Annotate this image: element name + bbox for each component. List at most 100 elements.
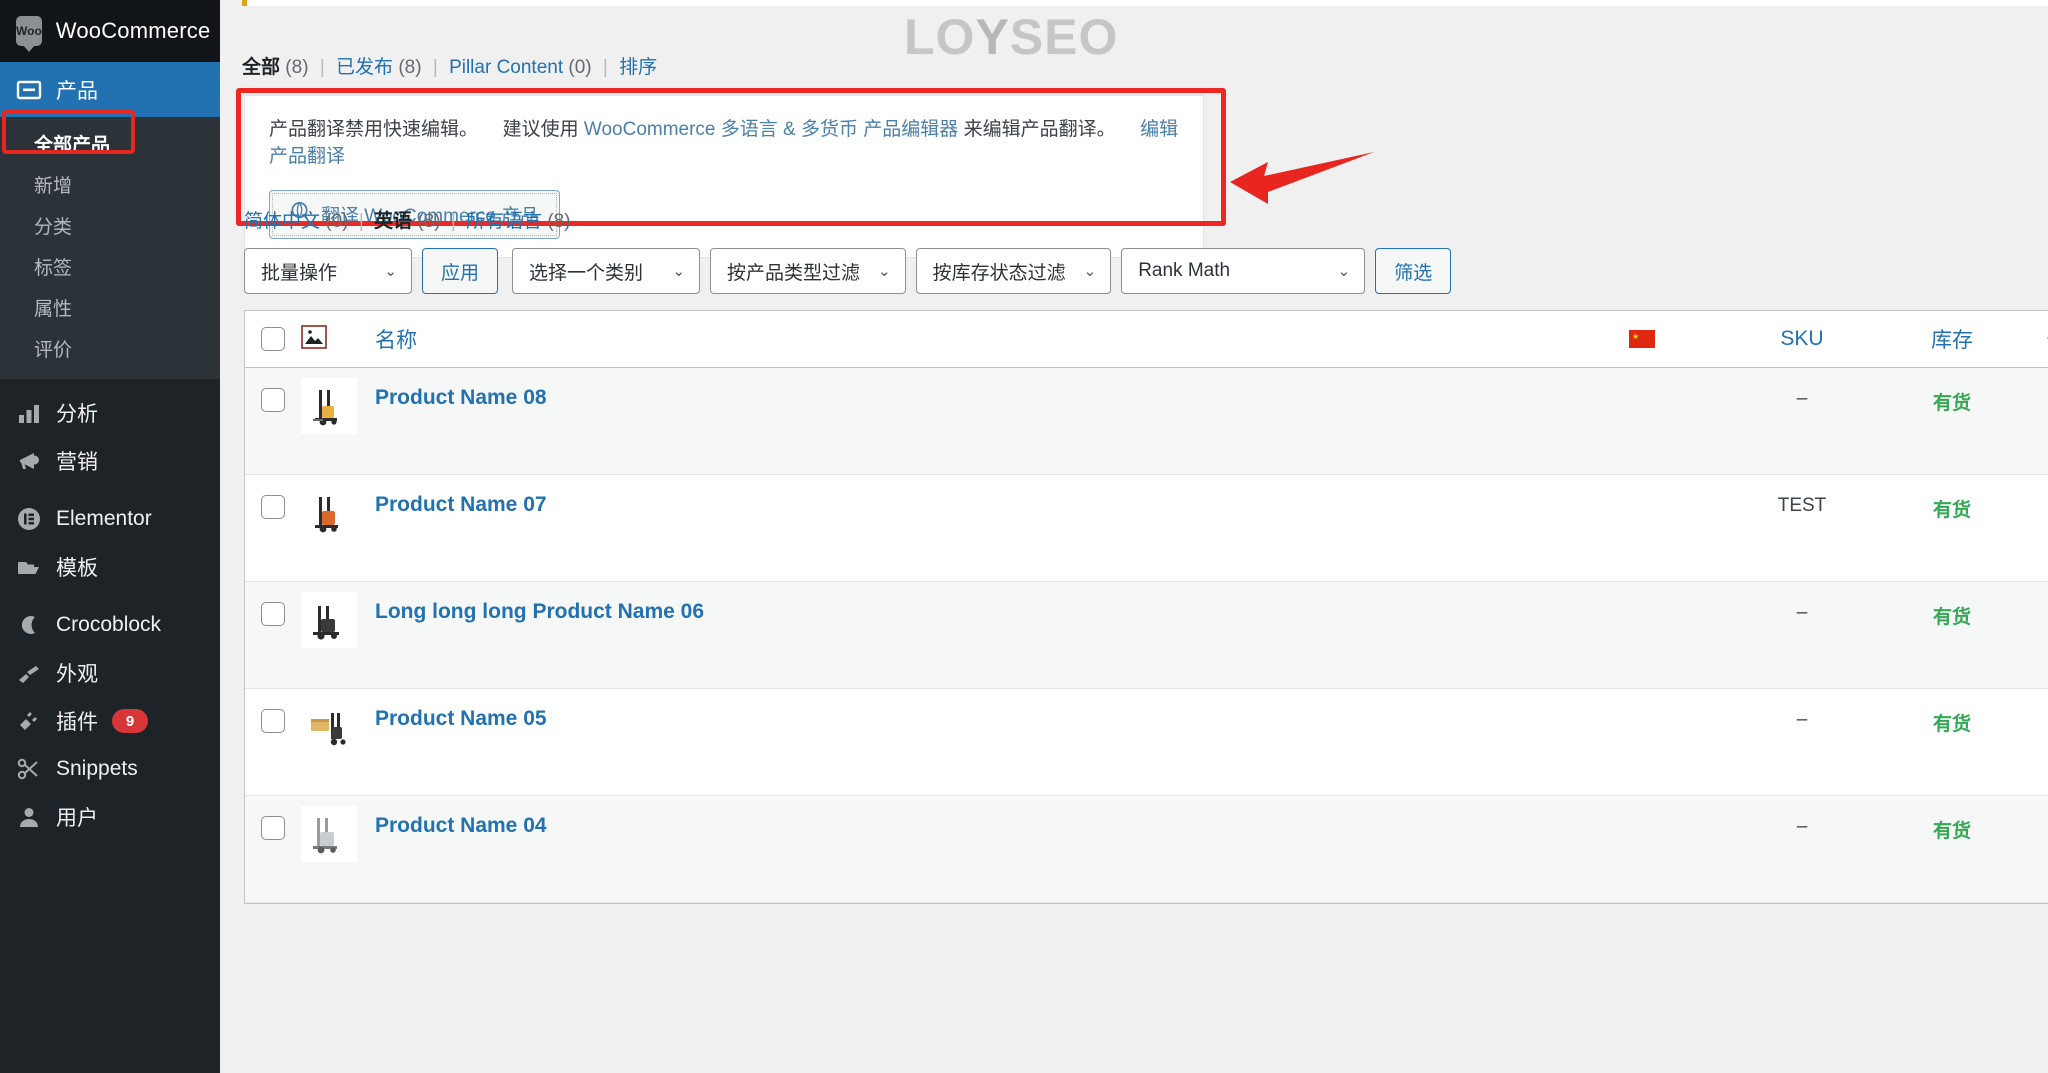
products-list-table: 名称 ★ SKU 库存 价 Product Name 08 – <box>244 310 2048 904</box>
row-language-cell <box>1557 796 1727 814</box>
filter-button[interactable]: 筛选 <box>1375 248 1452 294</box>
language-column-header: ★ <box>1557 330 1727 348</box>
row-select-cell <box>245 796 301 840</box>
row-stock-cell: 有货 <box>1932 607 1971 628</box>
sidebar-item-marketing[interactable]: 营销 <box>0 437 220 485</box>
apply-button[interactable]: 应用 <box>422 248 499 294</box>
price-column-header[interactable]: 价 <box>2027 324 2048 354</box>
product-name-link[interactable]: Product Name 04 <box>375 814 547 837</box>
crocoblock-icon <box>16 612 42 638</box>
row-name-cell: Product Name 07 <box>375 475 1557 517</box>
product-name-link[interactable]: Product Name 05 <box>375 707 547 730</box>
row-select-cell <box>245 475 301 519</box>
row-checkbox[interactable] <box>261 816 285 840</box>
sidebar-item-appearance[interactable]: 外观 <box>0 649 220 697</box>
sidebar-item-plugins[interactable]: 插件 9 <box>0 697 220 745</box>
sidebar-item-products-label: 产品 <box>56 79 98 103</box>
folder-icon <box>16 554 42 580</box>
sidebar-item-snippets-label: Snippets <box>56 757 138 780</box>
chevron-down-icon: ⌄ <box>1337 263 1351 280</box>
sidebar-item-templates-label: 模板 <box>56 557 98 580</box>
status-link-pillar[interactable]: Pillar Content <box>449 57 563 78</box>
row-sku-cell: – <box>1796 709 1808 730</box>
woocommerce-logo-icon: Woo <box>16 16 42 52</box>
bulk-action-label: 批量操作 <box>261 262 338 284</box>
table-row[interactable]: Product Name 04 – 有货 <box>245 796 2048 903</box>
table-row[interactable]: Product Name 05 – 有货 <box>245 689 2048 796</box>
row-price-cell <box>2027 689 2048 709</box>
status-filter-links: 全部 (8) | 已发布 (8) | Pillar Content (0) | … <box>242 52 657 79</box>
sidebar-item-reviews[interactable]: 评价 <box>0 328 220 369</box>
sidebar-item-snippets[interactable]: Snippets <box>0 745 220 793</box>
product-type-select[interactable]: 按产品类型过滤 ⌄ <box>710 248 906 294</box>
name-column-header-link[interactable]: 名称 <box>375 329 417 352</box>
row-language-cell <box>1557 689 1727 707</box>
woocommerce-title: WooCommerce <box>55 18 211 43</box>
language-link-chinese[interactable]: 简体中文 <box>244 211 320 232</box>
sidebar-item-users[interactable]: 用户 <box>0 793 220 841</box>
select-all-checkbox[interactable] <box>261 327 285 351</box>
sidebar-item-all-products[interactable]: 全部产品 <box>0 123 220 164</box>
row-checkbox[interactable] <box>261 602 285 626</box>
category-select[interactable]: 选择一个类别 ⌄ <box>512 248 701 294</box>
table-row[interactable]: Long long long Product Name 06 – 有货 <box>245 582 2048 689</box>
stock-status-select[interactable]: 按库存状态过滤 ⌄ <box>915 248 1112 294</box>
sidebar-item-add-new[interactable]: 新增 <box>0 164 220 205</box>
watermark-left: LO <box>904 9 976 65</box>
sidebar-item-plugins-label: 插件 <box>56 711 98 734</box>
wordpress-admin-screen: Woo WooCommerce ! 产品 全部产品 新增 分类 标签 属性 评价… <box>0 0 2048 1073</box>
stock-status-label: 按库存状态过滤 <box>932 262 1066 284</box>
sidebar-item-crocoblock[interactable]: Crocoblock <box>0 601 220 649</box>
sku-column-header[interactable]: SKU <box>1727 327 1877 351</box>
bulk-action-select[interactable]: 批量操作 ⌄ <box>244 248 412 294</box>
sidebar-item-tags[interactable]: 标签 <box>0 246 220 287</box>
notice-link-product-editor[interactable]: WooCommerce 多语言 & 多货币 产品编辑器 <box>584 119 958 140</box>
sidebar-item-categories[interactable]: 分类 <box>0 205 220 246</box>
sidebar-item-templates[interactable]: 模板 <box>0 543 220 591</box>
cn-flag-icon: ★ <box>1629 330 1655 348</box>
notice-text-suggest: 建议使用 <box>502 119 579 140</box>
sidebar-item-analytics[interactable]: 分析 <box>0 389 220 437</box>
row-select-cell <box>245 582 301 626</box>
row-checkbox[interactable] <box>261 495 285 519</box>
forklift-thumbnail-icon <box>301 699 357 755</box>
row-sku-cell: TEST <box>1777 495 1827 516</box>
row-stock-cell: 有货 <box>1932 821 1971 842</box>
separator: | <box>450 211 456 232</box>
notice-text-before: 产品翻译禁用快速编辑。 <box>269 119 479 140</box>
row-select-cell <box>245 689 301 733</box>
plugins-update-badge: 9 <box>112 709 148 733</box>
product-name-link[interactable]: Long long long Product Name 06 <box>375 600 704 623</box>
row-checkbox[interactable] <box>261 709 285 733</box>
language-link-all[interactable]: 所有语言 <box>466 211 542 232</box>
list-table-toolbar: 批量操作 ⌄ 应用 选择一个类别 ⌄ 按产品类型过滤 ⌄ 按库存状态过滤 ⌄ R… <box>244 248 1452 294</box>
chevron-down-icon: ⌄ <box>384 263 397 280</box>
product-name-link[interactable]: Product Name 08 <box>375 386 547 409</box>
status-link-published[interactable]: 已发布 <box>336 57 393 78</box>
elementor-icon <box>16 506 42 532</box>
sidebar-item-attributes[interactable]: 属性 <box>0 287 220 328</box>
sidebar-item-products[interactable]: 产品 <box>0 62 220 117</box>
product-name-link[interactable]: Product Name 07 <box>375 493 547 516</box>
chevron-down-icon: ⌄ <box>672 263 686 280</box>
row-checkbox[interactable] <box>261 388 285 412</box>
name-column-header[interactable]: 名称 <box>375 324 1557 354</box>
status-link-all[interactable]: 全部 <box>242 57 280 78</box>
sidebar-item-elementor[interactable]: Elementor <box>0 495 220 543</box>
table-row[interactable]: Product Name 07 TEST 有货 <box>245 475 2048 582</box>
sidebar-item-users-label: 用户 <box>56 807 98 830</box>
row-stock-cell: 有货 <box>1932 393 1971 414</box>
chart-bar-icon <box>16 400 42 426</box>
admin-content: LOYSEO 全部 (8) | 已发布 (8) | Pillar Content… <box>220 0 2048 1073</box>
woocommerce-brand-row[interactable]: Woo WooCommerce ! <box>0 0 230 62</box>
table-row[interactable]: Product Name 08 – 有货 – <box>245 368 2048 475</box>
language-count-english: (8) <box>417 211 441 232</box>
status-link-sort[interactable]: 排序 <box>619 57 657 78</box>
apply-label: 应用 <box>441 262 480 284</box>
stock-column-header[interactable]: 库存 <box>1877 324 2027 354</box>
paintbrush-icon <box>16 660 42 686</box>
language-link-english[interactable]: 英语 <box>374 211 412 232</box>
products-icon <box>16 77 42 103</box>
row-language-cell <box>1557 475 1727 493</box>
rank-math-select[interactable]: Rank Math ⌄ <box>1121 248 1366 294</box>
